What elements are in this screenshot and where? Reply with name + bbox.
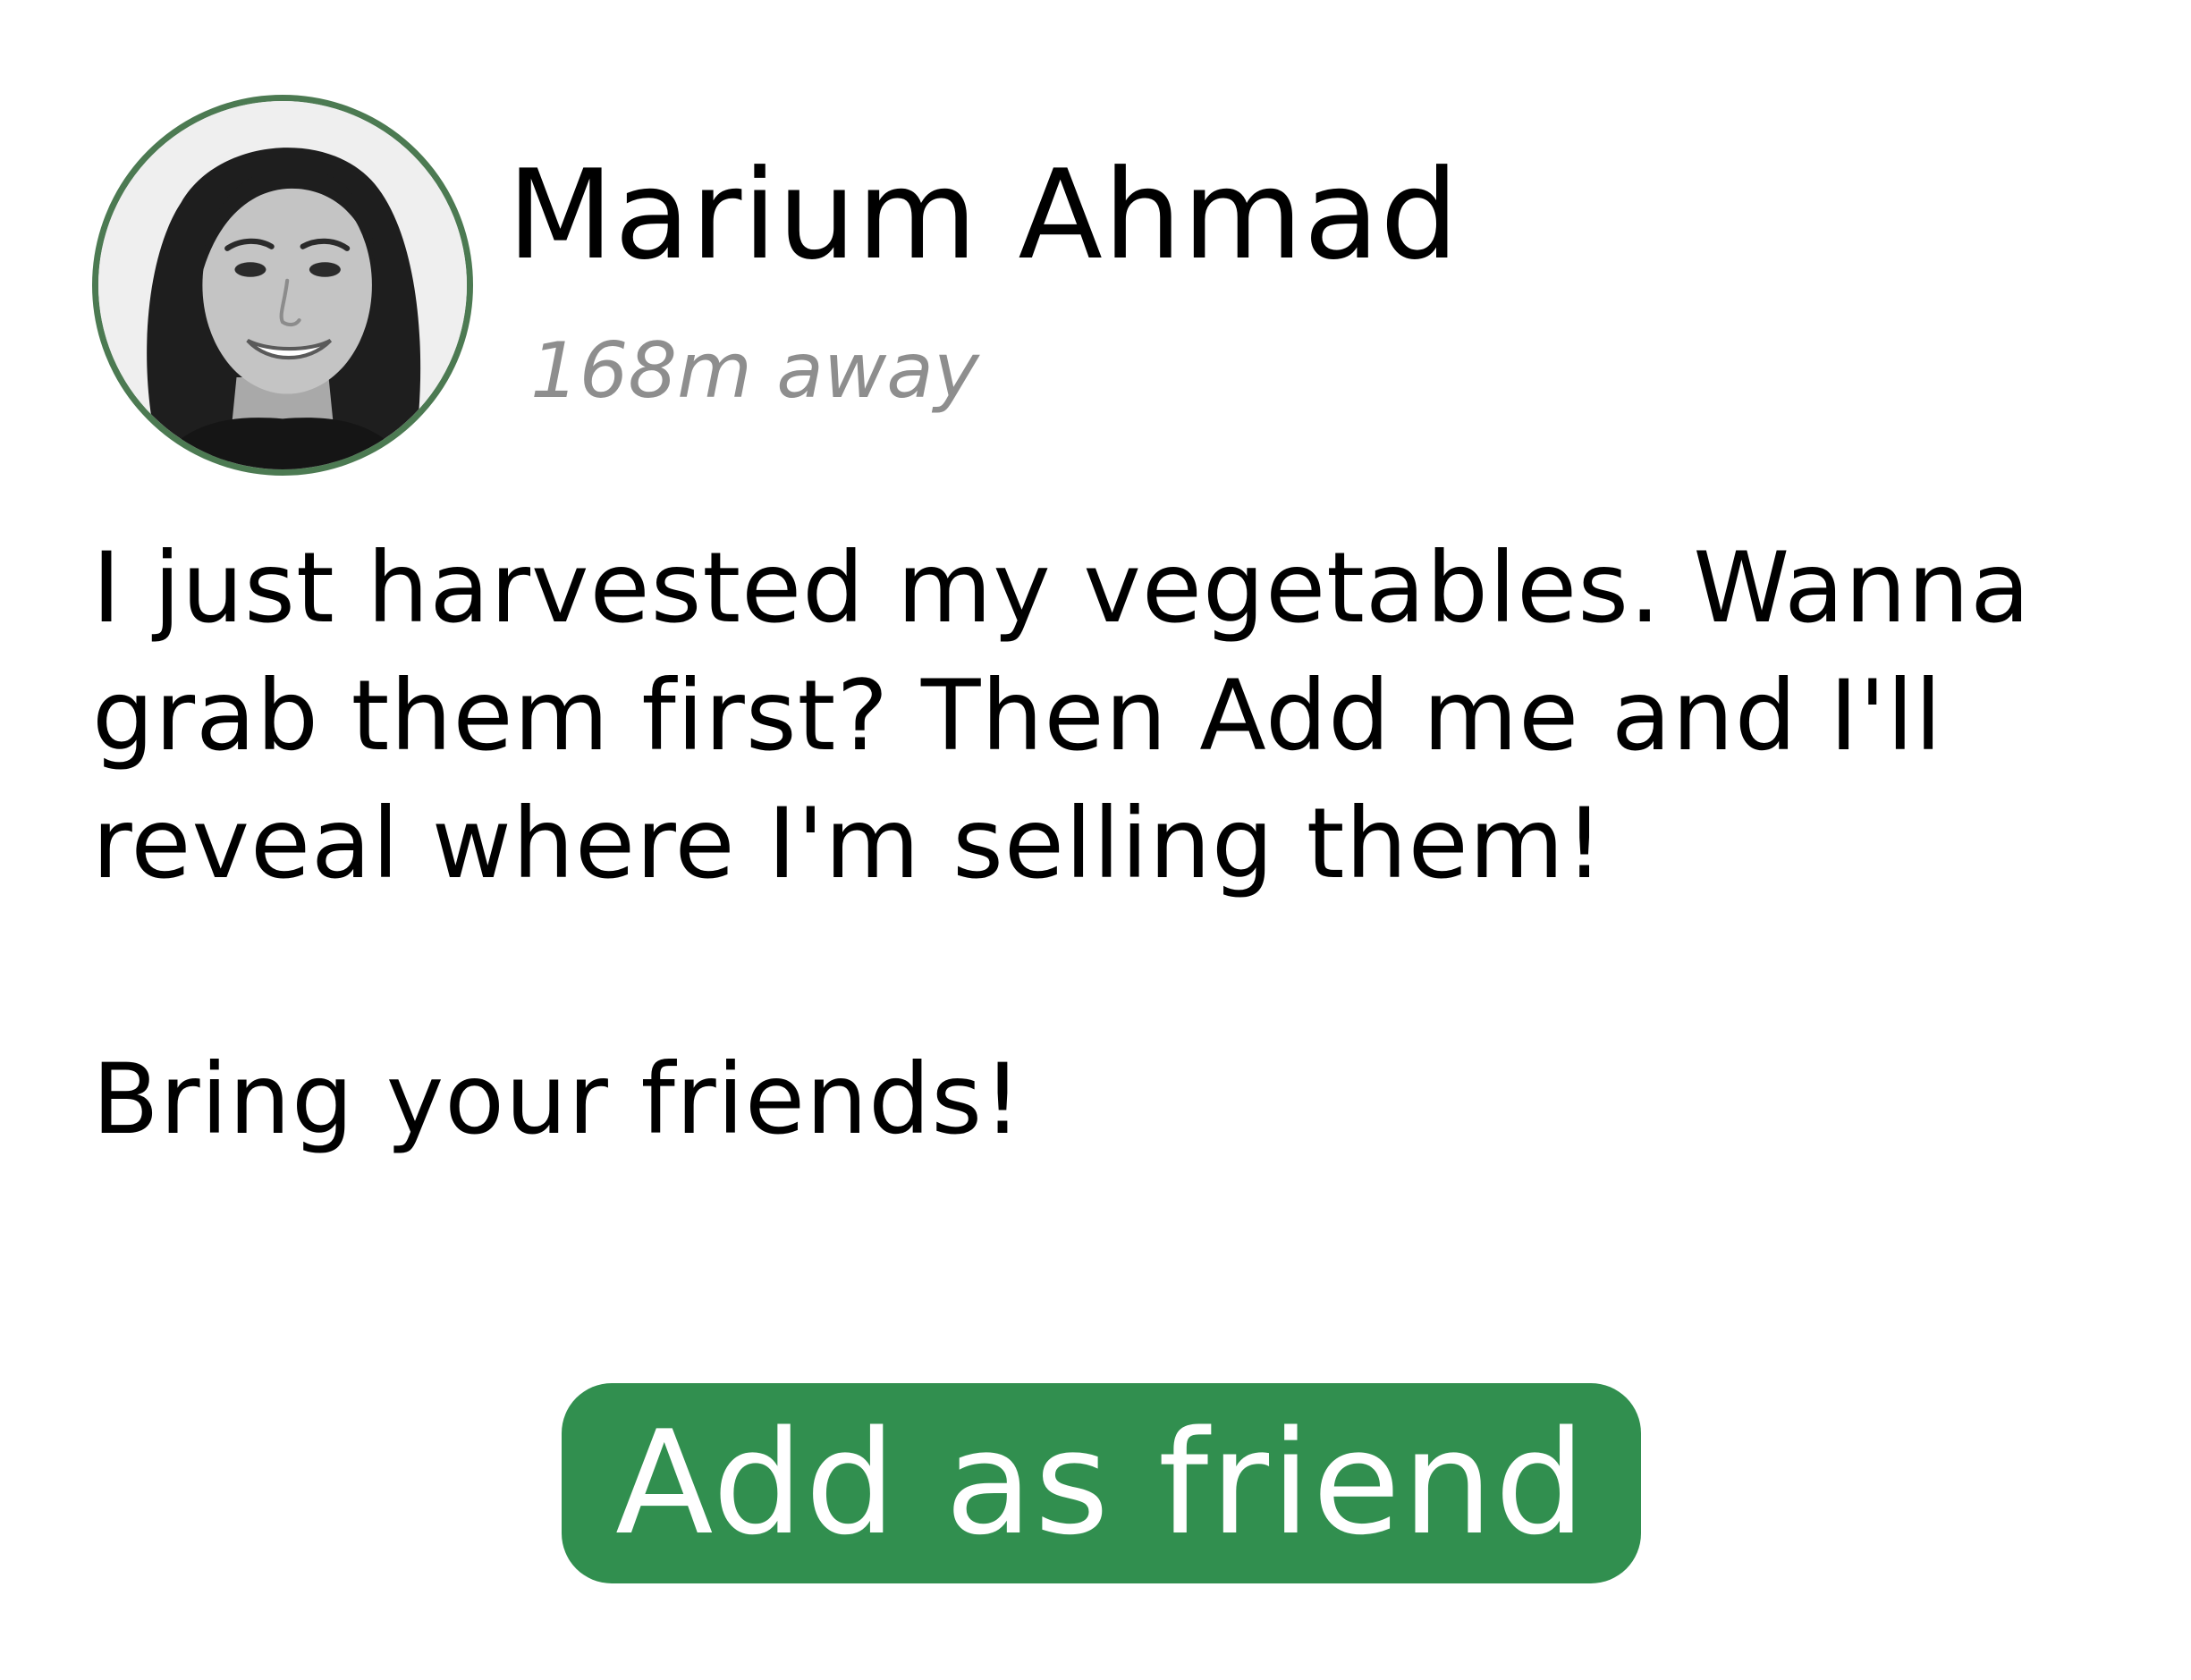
post-message: I just harvested my vegetables. Wanna gr…	[92, 524, 2149, 1163]
avatar	[92, 95, 473, 476]
distance-label: 168m away	[530, 326, 979, 416]
message-paragraph: Bring your friends!	[92, 1043, 1023, 1156]
message-paragraph: I just harvested my vegetables. Wanna gr…	[92, 531, 2031, 900]
avatar-photo	[98, 101, 467, 469]
add-as-friend-button[interactable]: Add as friend	[562, 1383, 1641, 1583]
profile-name: Marium Ahmad	[507, 143, 1459, 287]
